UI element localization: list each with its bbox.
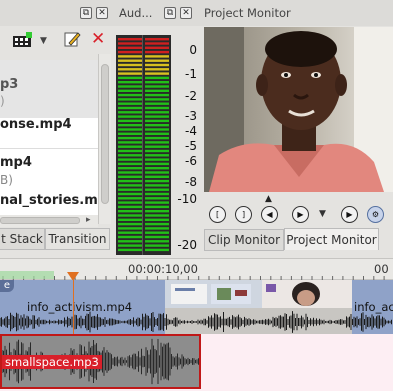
audio-level-meter <box>116 35 171 255</box>
video-thumbnail <box>262 280 352 308</box>
zone-marker-icon: ▲ <box>265 194 272 204</box>
transport-controls: ▲ [ ] ◀ ▶ ▼ ▶ ⚙ <box>199 194 393 228</box>
meter-scale-label: -8 <box>185 175 197 189</box>
audio-clip[interactable]: smallspace.mp3 <box>0 334 201 389</box>
audio-track: smallspace.mp3 <box>0 334 393 391</box>
tab-project-monitor[interactable]: Project Monitor <box>284 228 379 250</box>
ruler-timecode: 00:00:10,00 <box>128 262 198 276</box>
meter-scale-label: -6 <box>185 154 197 168</box>
forward-icon[interactable]: ▶ <box>341 206 358 223</box>
project-monitor-panel: Project Monitor ▲ [] ◀ ▶ ▼ ▶ ⚙ Clip Mon… <box>199 0 393 258</box>
horizontal-scrollbar[interactable]: ▸ <box>0 215 98 227</box>
project-bin-panel: ⧉ ✕ ▼ ✕ p3 ) onse.mp4 mp4 B) nal_stories… <box>0 0 113 258</box>
project-bin-titlebar: ⧉ ✕ <box>0 0 113 26</box>
vertical-scrollbar[interactable] <box>98 54 111 224</box>
close-panel-icon[interactable]: ✕ <box>180 7 192 19</box>
dropdown-arrow-icon[interactable]: ▼ <box>40 36 47 46</box>
monitor-titlebar: Project Monitor <box>199 0 393 26</box>
tab-clip-monitor[interactable]: Clip Monitor <box>204 229 284 251</box>
ruler-timecode: 00 <box>374 262 389 276</box>
video-thumbnail <box>165 280 262 308</box>
list-item[interactable]: onse.mp4 <box>0 117 98 132</box>
meter-scale-label: -10 <box>177 192 197 206</box>
clip-label: smallspace.mp3 <box>2 355 102 369</box>
playhead-line <box>73 280 74 334</box>
settings-gear-icon[interactable]: ⚙ <box>367 206 384 223</box>
meter-scale-label: -5 <box>185 139 197 153</box>
meter-scale-label: -20 <box>177 238 197 252</box>
play-icon[interactable]: ▶ <box>292 206 309 223</box>
list-item[interactable]: mp4 <box>0 155 98 170</box>
meter-scale-label: -3 <box>185 109 197 123</box>
audio-titlebar: Aud... ⧉ ✕ <box>113 0 199 26</box>
meter-scale-label: 0 <box>189 43 197 57</box>
scroll-right-icon[interactable]: ▸ <box>86 215 91 225</box>
tab-undo-stack[interactable]: t Stack <box>0 228 45 250</box>
list-item-sub: B) <box>0 173 13 187</box>
delete-clip-icon[interactable]: ✕ <box>91 30 105 48</box>
scrollbar-thumb[interactable] <box>101 64 109 204</box>
set-zone-end-icon[interactable]: ] <box>235 206 252 223</box>
track-label: e <box>0 280 14 292</box>
tab-transition[interactable]: Transition <box>45 228 110 250</box>
meter-scale-label: -4 <box>185 124 197 138</box>
panel-title: Aud... <box>119 6 153 20</box>
list-item[interactable]: nal_stories.m <box>0 193 98 208</box>
float-icon[interactable]: ⧉ <box>80 7 92 19</box>
play-options-arrow-icon[interactable]: ▼ <box>319 209 326 219</box>
rewind-icon[interactable]: ◀ <box>261 206 278 223</box>
video-track: e info_activism.mp4 info_act <box>0 280 393 334</box>
video-preview[interactable] <box>204 27 393 192</box>
selected-row-highlight <box>0 60 98 118</box>
video-audio-waveform <box>0 311 392 333</box>
scrollbar-thumb[interactable] <box>0 217 80 224</box>
edit-clip-icon[interactable] <box>63 30 81 48</box>
timeline: 00:00:10,00 00 e info_activism.mp4 info_… <box>0 258 393 391</box>
meter-scale-label: -2 <box>185 89 197 103</box>
close-panel-icon[interactable]: ✕ <box>96 7 108 19</box>
float-icon[interactable]: ⧉ <box>164 7 176 19</box>
meter-scale-label: -1 <box>185 67 197 81</box>
timeline-ruler[interactable]: 00:00:10,00 00 <box>0 258 393 281</box>
audio-meter-panel: Aud... ⧉ ✕ 0 -1 -2 -3 -4 -5 -6 -8 -10 -20 <box>113 0 199 258</box>
panel-title: Project Monitor <box>204 6 291 20</box>
set-zone-start-icon[interactable]: [ <box>209 206 226 223</box>
add-clip-icon[interactable] <box>12 32 34 48</box>
zone-marker[interactable] <box>0 271 54 279</box>
